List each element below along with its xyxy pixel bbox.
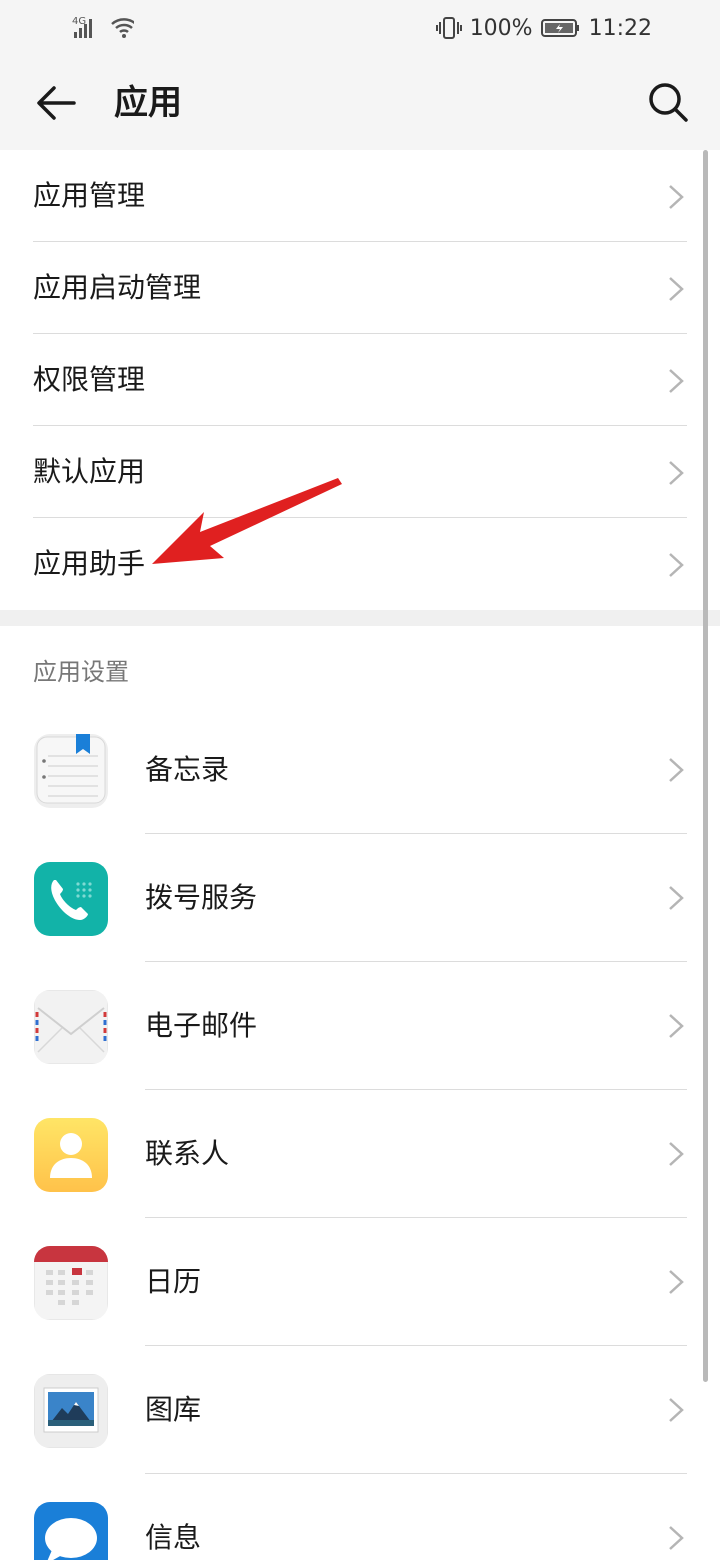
app-item-label: 联系人 <box>145 1137 230 1170</box>
app-settings-list: 备忘录 拨号服务 电子邮件 联系人 日历 图库 信息 <box>0 706 720 1560</box>
app-item-email[interactable]: 电子邮件 <box>0 962 720 1090</box>
back-arrow-icon <box>37 86 76 120</box>
app-item-calendar[interactable]: 日历 <box>0 1218 720 1346</box>
search-icon <box>649 83 688 122</box>
email-icon <box>34 990 108 1064</box>
app-item-dialer[interactable]: 拨号服务 <box>0 834 720 962</box>
app-item-messages[interactable]: 信息 <box>0 1474 720 1560</box>
clock: 11:22 <box>588 15 652 41</box>
chevron-right-icon <box>669 277 684 301</box>
app-item-label: 日历 <box>145 1265 202 1298</box>
battery-icon <box>540 19 579 37</box>
chevron-right-icon <box>669 1270 684 1294</box>
menu-item-label: 默认应用 <box>33 455 146 488</box>
app-item-label: 备忘录 <box>145 753 230 786</box>
app-item-notes[interactable]: 备忘录 <box>0 706 720 834</box>
chevron-right-icon <box>669 1398 684 1422</box>
app-bar: 应用 <box>0 56 720 150</box>
menu-item-permission-management[interactable]: 权限管理 <box>0 334 720 426</box>
section-gap <box>0 610 720 626</box>
app-item-label: 电子邮件 <box>145 1009 258 1042</box>
menu-item-label: 应用管理 <box>33 179 146 212</box>
chevron-right-icon <box>669 1014 684 1038</box>
calendar-icon <box>34 1246 108 1320</box>
chevron-right-icon <box>669 1526 684 1550</box>
chevron-right-icon <box>669 758 684 782</box>
app-item-label: 拨号服务 <box>145 881 258 914</box>
back-button[interactable] <box>28 78 84 128</box>
menu-item-label: 应用助手 <box>33 547 146 580</box>
chevron-right-icon <box>669 185 684 209</box>
notepad-icon <box>34 734 108 808</box>
menu-item-startup-management[interactable]: 应用启动管理 <box>0 242 720 334</box>
contacts-icon <box>34 1118 108 1192</box>
app-item-label: 图库 <box>145 1393 202 1426</box>
status-bar: 4G 100% 11:22 <box>0 0 720 56</box>
messages-icon <box>34 1502 108 1560</box>
menu-item-label: 应用启动管理 <box>33 271 202 304</box>
battery-percent: 100% <box>469 15 533 41</box>
menu-item-label: 权限管理 <box>33 363 146 396</box>
signal-icon: 4G <box>72 16 134 38</box>
gallery-icon <box>34 1374 108 1448</box>
chevron-right-icon <box>669 886 684 910</box>
app-item-contacts[interactable]: 联系人 <box>0 1090 720 1218</box>
app-item-gallery[interactable]: 图库 <box>0 1346 720 1474</box>
chevron-right-icon <box>669 461 684 485</box>
section-header: 应用设置 <box>33 658 129 686</box>
search-button[interactable] <box>642 76 694 128</box>
chevron-right-icon <box>669 369 684 393</box>
chevron-right-icon <box>669 553 684 577</box>
menu-item-default-apps[interactable]: 默认应用 <box>0 426 720 518</box>
menu-item-app-management[interactable]: 应用管理 <box>0 150 720 242</box>
status-right: 100% 11:22 <box>435 14 652 42</box>
menu-item-app-assistant[interactable]: 应用助手 <box>0 518 720 610</box>
app-menu-list: 应用管理 应用启动管理 权限管理 默认应用 应用助手 <box>0 150 720 610</box>
phone-icon <box>34 862 108 936</box>
page-title: 应用 <box>114 83 182 123</box>
vibrate-icon <box>435 17 462 39</box>
chevron-right-icon <box>669 1142 684 1166</box>
scrollbar[interactable] <box>703 150 708 1382</box>
app-item-label: 信息 <box>145 1521 202 1554</box>
